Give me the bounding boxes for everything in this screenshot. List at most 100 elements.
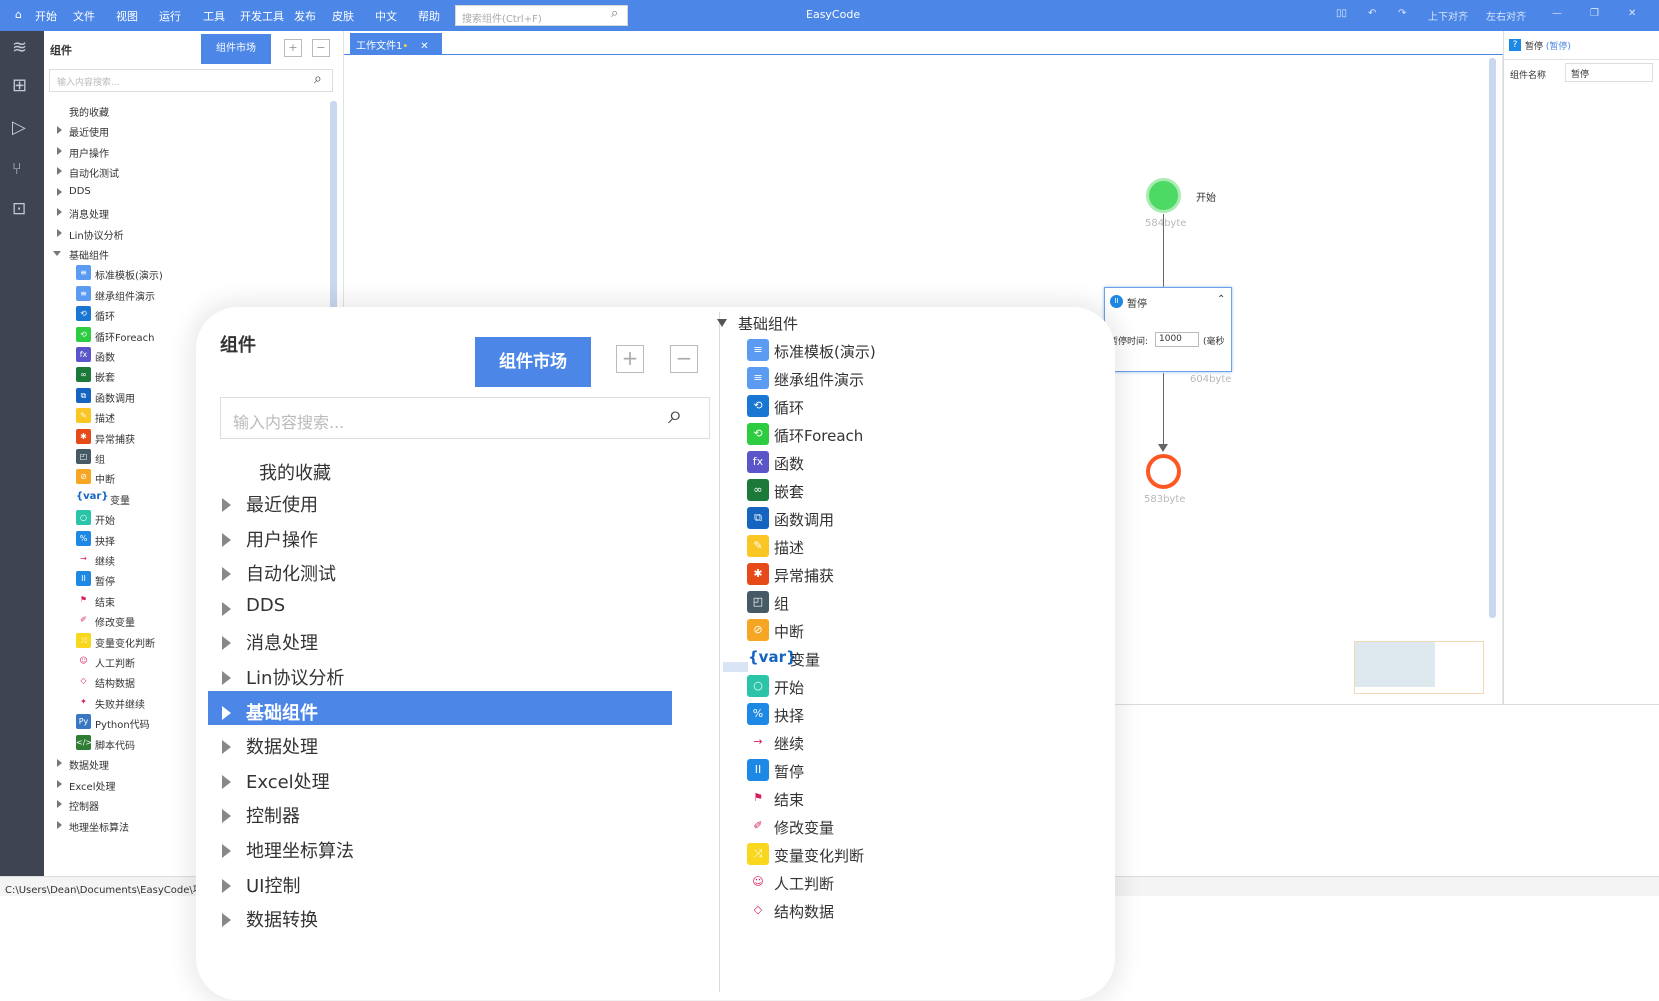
menu-devtools[interactable]: 开发工具 bbox=[240, 8, 284, 24]
menu-start[interactable]: 开始 bbox=[35, 8, 57, 24]
mag-basic-item[interactable]: 循环 bbox=[774, 397, 804, 418]
expand-arrow-icon[interactable] bbox=[57, 167, 62, 175]
mag-category[interactable]: 自动化测试 bbox=[246, 560, 336, 586]
tab-close-icon[interactable]: ✕ bbox=[420, 41, 428, 52]
collapse-icon[interactable]: − bbox=[312, 39, 330, 57]
undo-icon[interactable]: ↶ bbox=[1368, 8, 1376, 19]
panel-scrollbar[interactable] bbox=[330, 101, 337, 331]
pause-time-input[interactable]: 1000 bbox=[1155, 332, 1199, 347]
tree-category[interactable]: Excel处理 bbox=[69, 778, 116, 793]
mag-basic-item[interactable]: 变量变化判断 bbox=[774, 845, 864, 866]
expand-arrow-icon[interactable] bbox=[222, 809, 231, 824]
canvas-scrollbar[interactable] bbox=[1489, 58, 1496, 618]
mag-basic-header[interactable]: 基础组件 bbox=[738, 313, 798, 334]
mag-basic-item[interactable]: 异常捕获 bbox=[774, 565, 834, 586]
tree-item[interactable]: 标准模板(演示) bbox=[95, 267, 163, 282]
menu-language[interactable]: 中文 bbox=[375, 8, 397, 24]
mag-category[interactable]: DDS bbox=[246, 595, 285, 616]
tree-item[interactable]: 继承组件演示 bbox=[95, 288, 155, 303]
expand-arrow-icon[interactable] bbox=[57, 759, 62, 767]
mag-basic-item[interactable]: 结构数据 bbox=[774, 901, 834, 922]
mag-category[interactable]: 地理坐标算法 bbox=[246, 837, 354, 863]
mag-basic-item[interactable]: 嵌套 bbox=[774, 481, 804, 502]
expand-arrow-icon[interactable] bbox=[222, 878, 231, 893]
collapse-arrow-icon[interactable] bbox=[53, 251, 61, 256]
mag-search-icon[interactable]: ⌕ bbox=[668, 400, 683, 431]
tree-category-basic[interactable]: 基础组件 bbox=[69, 247, 109, 262]
mag-category[interactable]: 控制器 bbox=[246, 802, 300, 828]
tree-category[interactable]: 自动化测试 bbox=[69, 165, 119, 180]
mag-basic-item[interactable]: 变量 bbox=[790, 649, 820, 670]
tree-item[interactable]: 继续 bbox=[95, 553, 115, 568]
menu-run[interactable]: 运行 bbox=[159, 8, 181, 24]
mag-basic-item[interactable]: 函数 bbox=[774, 453, 804, 474]
expand-arrow-icon[interactable] bbox=[222, 740, 231, 755]
tab-workfile[interactable]: 工作文件1• ✕ bbox=[350, 33, 442, 54]
mag-basic-item[interactable]: 继续 bbox=[774, 733, 804, 754]
mag-category[interactable]: 数据转换 bbox=[246, 906, 318, 932]
menu-file[interactable]: 文件 bbox=[73, 8, 95, 24]
mag-basic-item[interactable]: 标准模板(演示) bbox=[774, 341, 876, 362]
expand-arrow-icon[interactable] bbox=[57, 820, 62, 829]
add-icon[interactable]: + bbox=[284, 39, 302, 57]
tree-item[interactable]: 开始 bbox=[95, 512, 115, 527]
expand-arrow-icon[interactable] bbox=[57, 187, 62, 196]
mag-basic-item[interactable]: 继承组件演示 bbox=[774, 369, 864, 390]
menu-view[interactable]: 视图 bbox=[116, 8, 138, 24]
mag-basic-item[interactable]: 结束 bbox=[774, 789, 804, 810]
branch-icon[interactable]: ⑂ bbox=[12, 159, 22, 178]
mag-category[interactable]: 最近使用 bbox=[246, 491, 318, 517]
tree-item[interactable]: 组 bbox=[95, 451, 105, 466]
tree-item[interactable]: 人工判断 bbox=[95, 655, 135, 670]
expand-arrow-icon[interactable] bbox=[222, 532, 231, 547]
expand-arrow-icon[interactable] bbox=[57, 228, 62, 237]
tree-item[interactable]: 循环 bbox=[95, 308, 115, 323]
align-vertical-button[interactable]: 上下对齐 bbox=[1428, 8, 1468, 23]
tree-item[interactable]: 结构数据 bbox=[95, 675, 135, 690]
tree-category[interactable]: Lin协议分析 bbox=[69, 227, 124, 242]
menu-skin[interactable]: 皮肤 bbox=[332, 8, 354, 24]
tree-item[interactable]: 描述 bbox=[95, 410, 115, 425]
tree-category[interactable]: 地理坐标算法 bbox=[69, 819, 129, 834]
expand-arrow-icon[interactable] bbox=[222, 705, 231, 720]
tree-category[interactable]: 消息处理 bbox=[69, 206, 109, 221]
expand-arrow-icon[interactable] bbox=[222, 774, 231, 789]
layers-icon[interactable]: ≋ bbox=[12, 37, 27, 58]
mag-basic-item[interactable]: 抉择 bbox=[774, 705, 804, 726]
tree-item[interactable]: 函数 bbox=[95, 349, 115, 364]
menu-publish[interactable]: 发布 bbox=[294, 8, 316, 24]
mag-basic-item[interactable]: 暂停 bbox=[774, 761, 804, 782]
tree-item[interactable]: 暂停 bbox=[95, 573, 115, 588]
book-icon[interactable]: ▯▯ bbox=[1336, 8, 1347, 19]
panel-search-input[interactable]: 输入内容搜索... bbox=[49, 69, 333, 92]
expand-arrow-icon[interactable] bbox=[57, 208, 62, 216]
tree-item[interactable]: 中断 bbox=[95, 471, 115, 486]
tree-item[interactable]: 结束 bbox=[95, 594, 115, 609]
menu-help[interactable]: 帮助 bbox=[418, 8, 440, 24]
tree-item[interactable]: 失败并继续 bbox=[95, 696, 145, 711]
tree-category[interactable]: 数据处理 bbox=[69, 757, 109, 772]
expand-arrow-icon[interactable] bbox=[57, 800, 62, 808]
expand-arrow-icon[interactable] bbox=[222, 601, 231, 616]
mag-category[interactable]: 基础组件 bbox=[246, 699, 318, 725]
minimap-viewport[interactable] bbox=[1355, 642, 1435, 687]
mag-search-input[interactable]: 输入内容搜索... bbox=[220, 397, 710, 439]
end-node[interactable] bbox=[1146, 454, 1181, 489]
mag-basic-item[interactable]: 开始 bbox=[774, 677, 804, 698]
mag-category[interactable]: 数据处理 bbox=[246, 733, 318, 759]
tree-category[interactable]: 控制器 bbox=[69, 798, 99, 813]
mag-collapse-icon[interactable]: − bbox=[670, 345, 698, 373]
mag-splitter[interactable] bbox=[723, 662, 748, 672]
component-name-input[interactable]: 暂停 bbox=[1565, 63, 1653, 82]
search-icon[interactable]: ⌕ bbox=[611, 6, 618, 21]
tree-category[interactable]: DDS bbox=[69, 186, 91, 197]
grid-icon[interactable]: ⊞ bbox=[12, 75, 27, 96]
start-node[interactable] bbox=[1146, 178, 1181, 213]
expand-arrow-icon[interactable] bbox=[57, 126, 62, 134]
tree-item[interactable]: 脚本代码 bbox=[95, 737, 135, 752]
expand-arrow-icon[interactable] bbox=[222, 913, 231, 928]
component-search-input[interactable]: 搜索组件(Ctrl+F) bbox=[455, 5, 628, 26]
tree-item[interactable]: 函数调用 bbox=[95, 390, 135, 405]
mag-basic-item[interactable]: 人工判断 bbox=[774, 873, 834, 894]
mag-category[interactable]: 消息处理 bbox=[246, 629, 318, 655]
